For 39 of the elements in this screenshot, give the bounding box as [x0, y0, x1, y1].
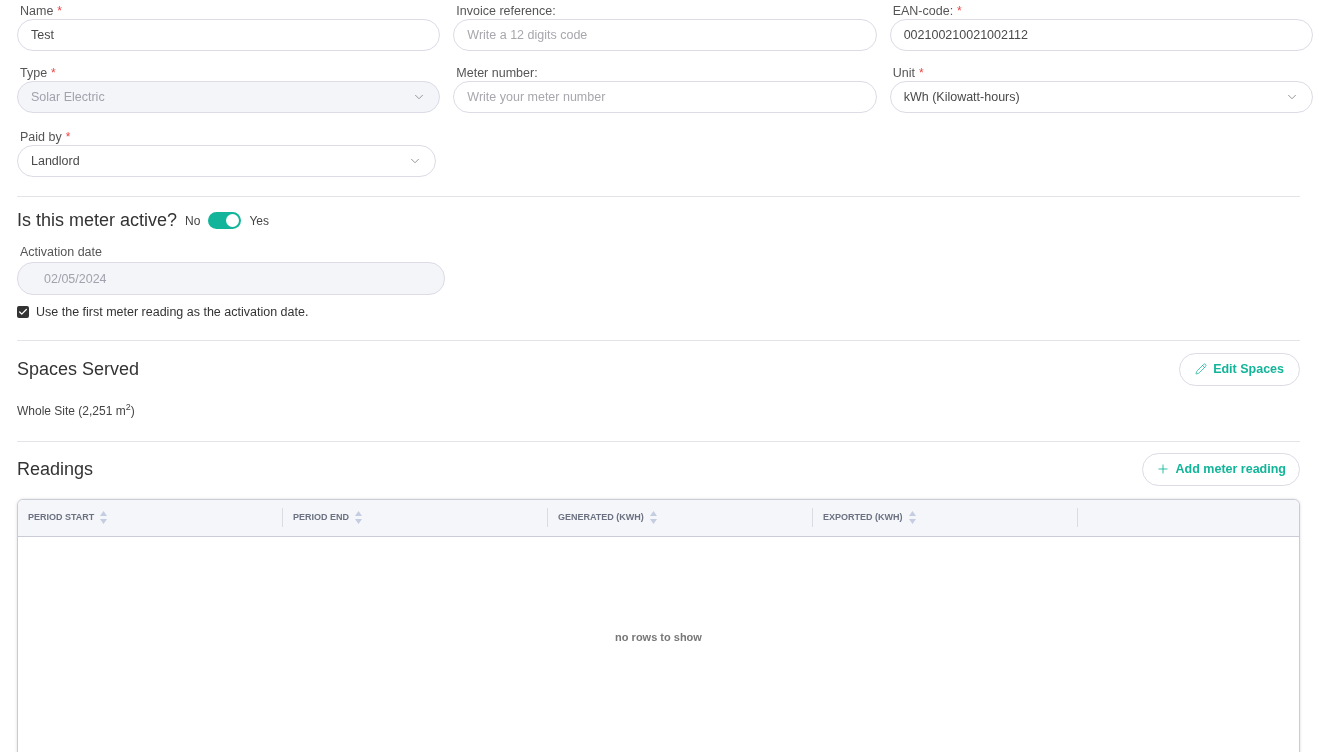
select-field[interactable]: Landlord	[17, 145, 437, 177]
field-label: Invoice reference:	[456, 2, 556, 20]
sort-icon[interactable]	[908, 511, 916, 525]
column-header[interactable]: GENERATED (KWH)	[558, 511, 644, 525]
checkbox[interactable]	[17, 306, 29, 319]
field-label: Activation date	[20, 243, 102, 261]
input-field[interactable]: Write a 12 digits code	[453, 19, 877, 51]
sort-icon[interactable]	[355, 511, 362, 525]
sort-icon[interactable]	[649, 511, 657, 525]
field-label: Paid by	[20, 128, 62, 146]
required-mark: *	[57, 3, 62, 20]
field-label: Name	[20, 2, 54, 20]
input-field[interactable]: Test	[17, 19, 441, 51]
section-heading: Is this meter active?	[17, 209, 178, 232]
required-mark: *	[65, 129, 71, 146]
input-field[interactable]: 002100210021002112	[889, 19, 1313, 51]
section-heading: Spaces Served	[17, 357, 140, 381]
column-header[interactable]: PERIOD END	[293, 511, 349, 525]
required-mark: *	[51, 65, 56, 82]
sort-icon[interactable]	[100, 511, 108, 525]
toggle-switch[interactable]	[208, 212, 242, 229]
plus-icon	[1155, 462, 1170, 477]
checkbox-label: Use the first meter reading as the activation date.	[36, 304, 309, 321]
select-field[interactable]: kWh (Kilowatt-hours)	[889, 81, 1313, 113]
toggle-on-label: Yes	[249, 212, 269, 230]
field-label: Unit	[892, 64, 915, 82]
toggle-off-label: No	[185, 212, 201, 230]
section-heading: Readings	[17, 457, 94, 481]
required-mark: *	[918, 65, 924, 82]
field-label: EAN-code:	[892, 2, 954, 20]
required-mark: *	[957, 3, 962, 20]
input-field[interactable]: Write your meter number	[453, 81, 877, 113]
empty-table-message: no rows to show	[615, 629, 702, 645]
column-header[interactable]: PERIOD START	[28, 511, 95, 525]
spaces-text: Whole Site (2,251 m$^{2}$)	[17, 403, 135, 418]
field-label: Type	[20, 64, 48, 82]
column-header[interactable]: EXPORTED (KWH)	[823, 511, 903, 525]
field-label: Meter number:	[456, 64, 538, 82]
pencil-icon	[1195, 363, 1208, 376]
